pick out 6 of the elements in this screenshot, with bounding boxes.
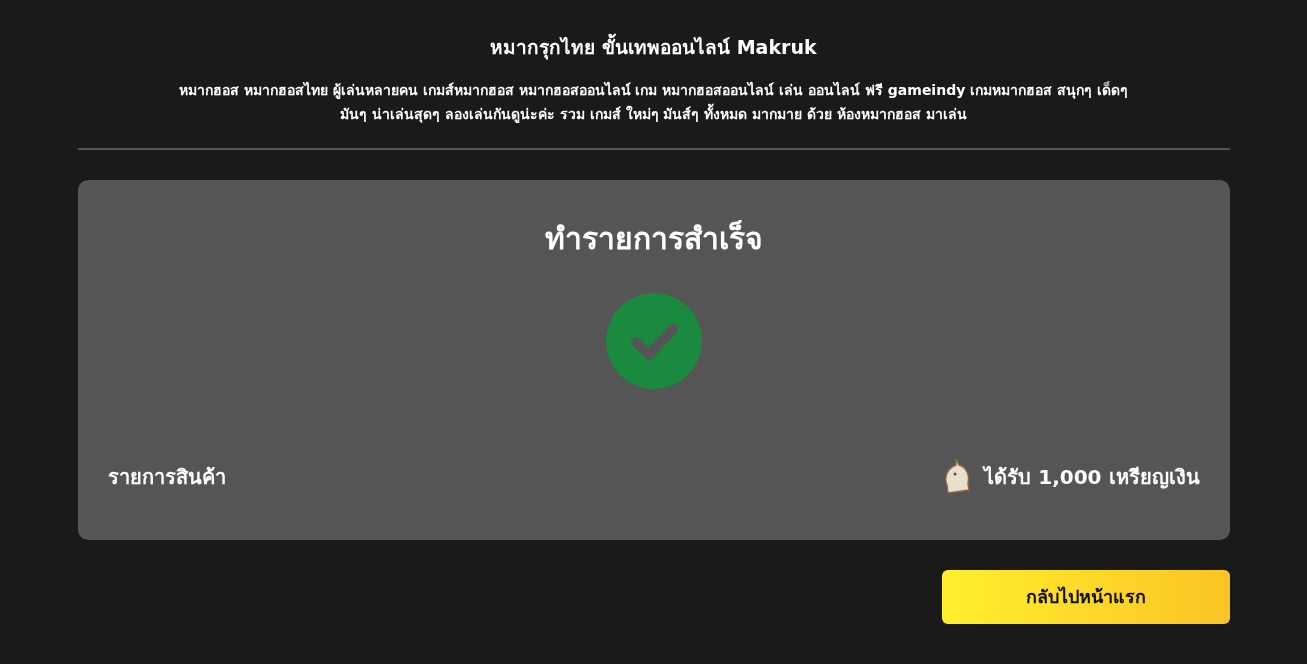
result-title: ทำรายการสำเร็จ <box>544 219 763 258</box>
item-label: รายการสินค้า <box>107 463 226 491</box>
back-home-button[interactable]: กลับไปหน้าแรก <box>941 569 1230 624</box>
page-description: หมากฮอส หมากฮอสไทย ผู้เล่นหลายคน เกมส์หมากฮอส หมากฮอสออนไลน์ เกม หมากฮอสออนไลน์ เล่น ออนไลน์ ฟรี gameindy เกมหมากฮอส สนุกๆ เด็ดๆ มันๆ น่าเล่นสุดๆ ลองเล่นกันดูน่ะค่ะ รวม เกมส์ ใหม่ๆ มันส์ๆ ทั้งหมด มากมาย ด้วย ห้องหมากฮอส มาเล่น <box>178 80 1129 125</box>
page-title: หมากรุกไทย ขั้นเทพออนไลน์ Makruk <box>490 33 817 62</box>
reward-text: ได้รับ 1,000 เหรียญเงิน <box>984 463 1200 491</box>
